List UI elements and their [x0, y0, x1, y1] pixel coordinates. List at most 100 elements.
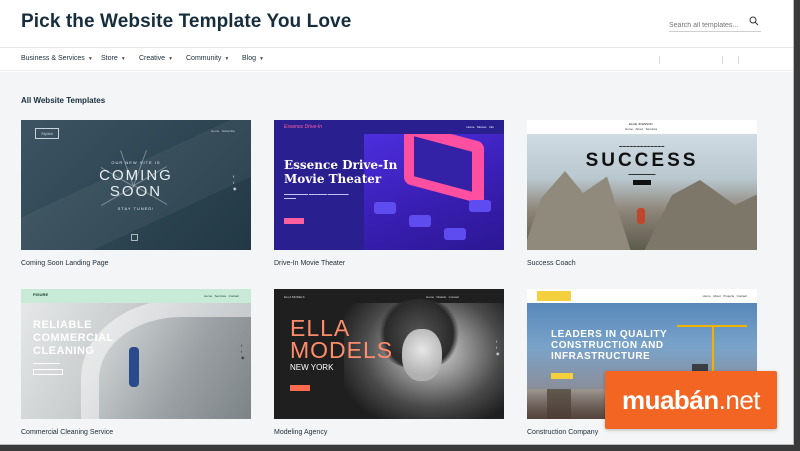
watermark-brand: muabán — [621, 385, 719, 415]
mini-nav: Home Models Contact — [426, 295, 460, 299]
template-thumbnail[interactable]: Stylish Home Subscribe OUR NEW SITE IS C… — [21, 120, 251, 250]
nav-item-blog[interactable]: Blog ▼ — [242, 55, 264, 62]
chevron-down-icon: ▼ — [259, 56, 264, 62]
decorative-box — [131, 234, 138, 241]
thumb-button — [284, 218, 304, 224]
social-icons: f t ◉ — [241, 343, 245, 360]
illustration-car — [469, 200, 491, 212]
template-card[interactable]: ELLIE JOHNSON Home About Services ▬▬▬▬▬▬… — [527, 120, 757, 267]
thumb-paragraph: ▬▬▬▬▬▬▬▬ ▬▬▬▬▬▬ ▬▬▬▬▬▬▬ ▬▬▬▬ — [284, 192, 349, 200]
search-icon[interactable] — [749, 16, 759, 26]
nav-divider — [722, 56, 723, 64]
thumb-title-line: CLEANING — [33, 345, 95, 357]
nav-divider — [738, 56, 739, 64]
template-name[interactable]: Drive-In Movie Theater — [274, 260, 504, 267]
section-title: All Website Templates — [21, 96, 106, 105]
header: Pick the Website Template You Love — [0, 0, 793, 48]
nav-item-business[interactable]: Business & Services ▼ — [21, 55, 93, 62]
logo — [537, 291, 571, 301]
illustration-climber — [637, 208, 645, 224]
search-box[interactable] — [669, 14, 761, 34]
template-card[interactable]: ELLA MODELS Home Models Contact ELLA MODE… — [274, 289, 504, 436]
chevron-down-icon: ▼ — [224, 56, 230, 62]
mini-nav: Home Services Contact — [204, 294, 239, 298]
chevron-down-icon: ▼ — [120, 56, 126, 62]
thumb-tagline: STAY TUNED! — [117, 206, 155, 211]
nav-item-label: Blog — [242, 55, 257, 62]
thumb-brand: ELLA MODELS — [284, 295, 305, 299]
illustration-car — [444, 228, 466, 240]
template-name[interactable]: Success Coach — [527, 260, 757, 267]
template-thumbnail[interactable]: ELLIE JOHNSON Home About Services ▬▬▬▬▬▬… — [527, 120, 757, 250]
thumb-button — [290, 385, 310, 391]
thumb-tagline: ▬▬▬▬▬▬▬▬▬ — [628, 172, 656, 176]
thumb-title: RELIABLE COMMERCIAL CLEANING — [33, 319, 114, 358]
thumb-subtitle: NEW YORK — [290, 363, 334, 372]
nav-item-label: Business & Services — [21, 55, 85, 62]
social-icons: f t ◉ — [233, 174, 237, 191]
nav-item-creative[interactable]: Creative ▼ — [139, 55, 173, 62]
template-name[interactable]: Commercial Cleaning Service — [21, 429, 251, 436]
search-input[interactable] — [669, 17, 745, 34]
nav-item-label: Community — [186, 55, 222, 62]
nav-divider — [659, 56, 660, 64]
nav-item-store[interactable]: Store ▼ — [101, 55, 126, 62]
thumb-title: SUCCESS — [585, 150, 699, 171]
page-title: Pick the Website Template You Love — [21, 11, 352, 32]
template-thumbnail[interactable]: Essence Drive-In Home Movies Info Essenc… — [274, 120, 504, 250]
thumb-title-line: INFRASTRUCTURE — [551, 351, 651, 362]
thumb-paragraph: ▬▬▬▬▬▬▬▬▬ — [33, 361, 60, 365]
social-icons: f t ◉ — [496, 339, 500, 356]
template-thumbnail[interactable]: FIGURE Home Services Contact RELIABLE COM… — [21, 289, 251, 419]
thumb-title-line: SOON — [109, 183, 163, 200]
nav-item-label: Store — [101, 55, 118, 62]
thumb-brand: ELLIE JOHNSON — [629, 122, 653, 126]
thumb-title-line: MODELS — [290, 337, 394, 363]
thumb-brand: FIGURE — [33, 292, 49, 297]
mini-nav: Home Subscribe — [211, 129, 235, 133]
nav-item-community[interactable]: Community ▼ — [186, 55, 229, 62]
thumb-title-line: ELLA — [290, 315, 351, 341]
illustration-car — [374, 202, 396, 214]
mini-nav: Home Movies Info — [466, 125, 494, 129]
chevron-down-icon: ▼ — [87, 56, 93, 62]
thumb-title-line: CONSTRUCTION AND — [551, 340, 664, 351]
mini-nav: Home About Services — [625, 127, 658, 131]
watermark-suffix: .net — [718, 385, 761, 415]
logo: Stylish — [35, 128, 59, 139]
watermark-text: muabán.net — [605, 385, 777, 416]
thumb-title: COMING SOON — [21, 168, 251, 200]
thumb-title-line: RELIABLE — [33, 319, 92, 331]
thumb-title: LEADERS IN QUALITY CONSTRUCTION AND INFRAS… — [551, 329, 667, 362]
thumb-brand: Essence Drive-In — [284, 124, 323, 130]
template-card[interactable]: Essence Drive-In Home Movies Info Essenc… — [274, 120, 504, 267]
illustration-worker — [129, 347, 139, 387]
illustration-mountain — [637, 180, 757, 250]
illustration-arch — [81, 299, 251, 419]
mini-nav: Home About Projects Contact — [702, 294, 747, 298]
template-thumbnail[interactable]: ELLA MODELS Home Models Contact ELLA MODE… — [274, 289, 504, 419]
watermark-logo: muabán.net — [605, 371, 777, 429]
category-nav: Business & Services ▼ Store ▼ Creative ▼ Co… — [0, 49, 793, 71]
thumb-subtitle: ▬▬▬▬▬▬▬▬▬▬▬▬▬ — [619, 144, 665, 148]
template-card[interactable]: FIGURE Home Services Contact RELIABLE COM… — [21, 289, 251, 436]
illustration-car — [409, 215, 431, 227]
thumb-title-line: COMING — [99, 167, 173, 184]
browser-page: Pick the Website Template You Love Busin… — [0, 0, 794, 445]
thumb-subtitle: OUR NEW SITE IS — [111, 160, 161, 165]
thumb-title: ELLA MODELS — [290, 315, 394, 363]
template-name[interactable]: Coming Soon Landing Page — [21, 260, 251, 267]
thumb-button — [633, 180, 651, 185]
thumb-title-line: COMMERCIAL — [33, 332, 114, 344]
template-card[interactable]: Stylish Home Subscribe OUR NEW SITE IS C… — [21, 120, 251, 267]
nav-item-label: Creative — [139, 55, 166, 62]
thumb-title: Essence Drive-In Movie Theater — [284, 158, 398, 186]
template-gallery: All Website Templates Stylish Home Subsc… — [0, 72, 793, 444]
chevron-down-icon: ▼ — [168, 56, 174, 62]
illustration-face — [402, 329, 442, 381]
thumb-title-line: LEADERS IN QUALITY — [551, 329, 668, 340]
thumb-button — [551, 373, 573, 379]
template-name[interactable]: Modeling Agency — [274, 429, 504, 436]
template-name[interactable]: Construction Company — [527, 429, 757, 436]
thumb-button — [33, 369, 63, 375]
